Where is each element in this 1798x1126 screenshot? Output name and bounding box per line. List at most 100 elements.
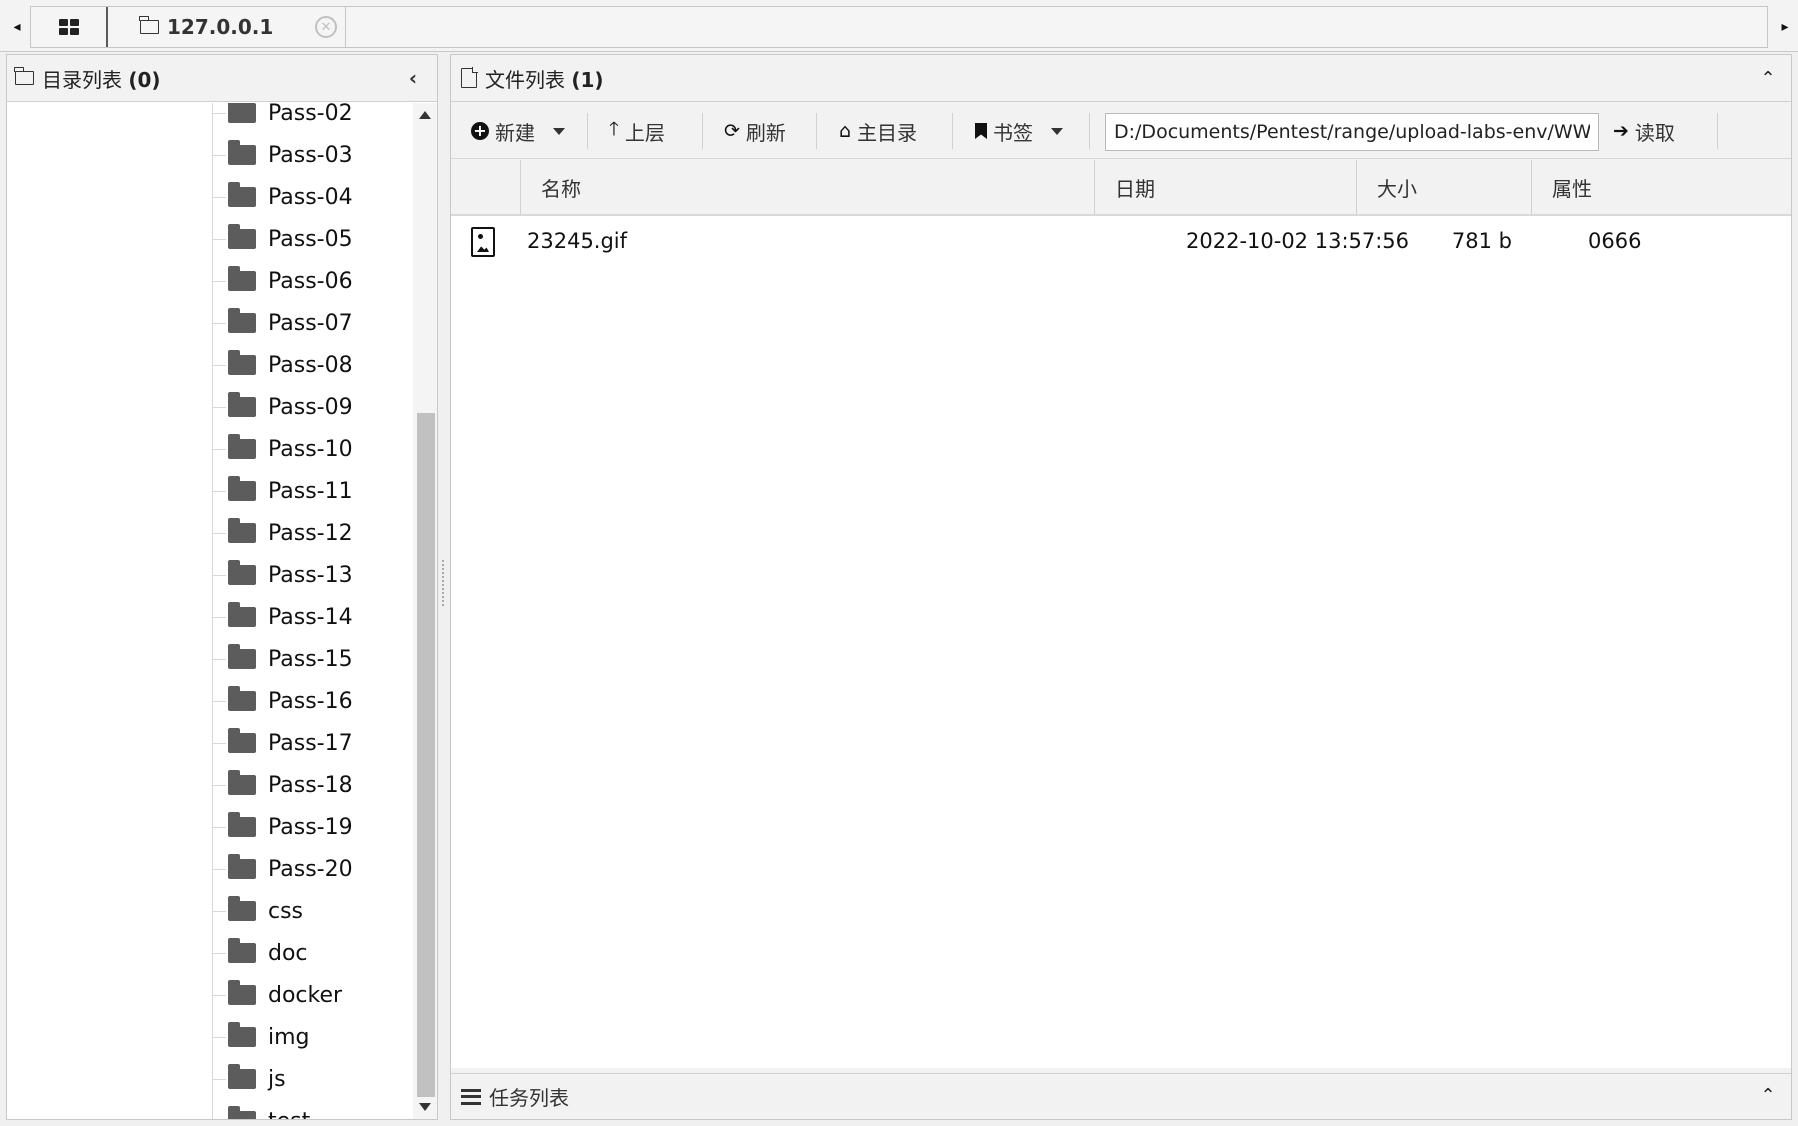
tree-folder-item[interactable]: doc (212, 933, 308, 973)
date-column-header[interactable]: 日期 (1094, 160, 1356, 214)
chevron-up-icon[interactable]: ⌃ (1755, 1082, 1781, 1108)
tree-folder-label: js (268, 1066, 286, 1092)
new-button[interactable]: + 新建 (471, 111, 565, 151)
tree-folder-item[interactable]: Pass-02 (212, 103, 353, 133)
icon-column-header (451, 160, 520, 214)
tabs-container: 127.0.0.1 ✕ (30, 6, 1768, 48)
toolbar-divider (1717, 113, 1718, 149)
read-button[interactable]: ➔ 读取 (1613, 111, 1675, 151)
tree-folder-item[interactable]: Pass-19 (212, 807, 353, 847)
tab-host-label: 127.0.0.1 (167, 15, 274, 39)
folder-icon (228, 644, 256, 669)
home-dir-button[interactable]: ⌂ 主目录 (839, 111, 917, 151)
tree-folder-item[interactable]: Pass-15 (212, 639, 353, 679)
tree-folder-label: Pass-09 (268, 394, 353, 420)
tree-folder-item[interactable]: Pass-07 (212, 303, 353, 343)
up-level-button[interactable]: 🡑 上层 (609, 111, 665, 151)
tree-folder-label: test (268, 1109, 310, 1120)
panel-splitter[interactable] (442, 560, 446, 606)
tree-folder-item[interactable]: Pass-20 (212, 849, 353, 889)
tree-folder-item[interactable]: Pass-03 (212, 135, 353, 175)
tree-folder-label: Pass-14 (268, 604, 353, 630)
folder-icon (228, 1022, 256, 1047)
tree-folder-item[interactable]: docker (212, 975, 342, 1015)
tree-connector (212, 784, 226, 786)
refresh-icon: ⟳ (724, 120, 740, 142)
folder-icon (228, 182, 256, 207)
tab-home[interactable] (31, 7, 108, 47)
tree-folder-item[interactable]: Pass-13 (212, 555, 353, 595)
tree-folder-item[interactable]: Pass-09 (212, 387, 353, 427)
scroll-up-arrow-icon[interactable] (419, 111, 431, 119)
folder-icon (228, 476, 256, 501)
tree-folder-item[interactable]: Pass-12 (212, 513, 353, 553)
tree-folder-item[interactable]: js (212, 1059, 286, 1099)
tree-folder-label: Pass-07 (268, 310, 353, 336)
tree-folder-item[interactable]: Pass-14 (212, 597, 353, 637)
tree-folder-item[interactable]: Pass-05 (212, 219, 353, 259)
bookmark-button[interactable]: 书签 (975, 111, 1063, 151)
home-dir-button-label: 主目录 (857, 120, 918, 145)
folder-icon (228, 560, 256, 585)
tree-folder-item[interactable]: Pass-11 (212, 471, 353, 511)
folder-icon (139, 16, 159, 34)
tree-folder-item[interactable]: Pass-04 (212, 177, 353, 217)
folder-icon (228, 266, 256, 291)
tree-connector (212, 112, 226, 114)
folder-icon (228, 308, 256, 333)
refresh-button[interactable]: ⟳ 刷新 (724, 111, 786, 151)
caret-down-icon (1051, 127, 1063, 135)
tree-folder-item[interactable]: Pass-06 (212, 261, 353, 301)
tree-folder-label: Pass-03 (268, 142, 353, 168)
arrow-right-icon: ➔ (1613, 120, 1629, 142)
tree-scrollbar[interactable] (413, 103, 437, 1119)
tree-folder-item[interactable]: test (212, 1101, 310, 1119)
tree-folder-item[interactable]: img (212, 1017, 310, 1057)
toolbar-divider (587, 113, 588, 149)
file-table-header: 名称 日期 大小 属性 (451, 160, 1791, 216)
folder-icon (228, 350, 256, 375)
directory-tree: Pass-02 Pass-03 Pass-04 Pass-05 Pass-06 Pass-… (7, 103, 411, 1119)
chevron-left-icon[interactable]: ‹ (401, 66, 425, 90)
size-column-header[interactable]: 大小 (1356, 160, 1531, 214)
tab-host[interactable]: 127.0.0.1 ✕ (110, 7, 346, 47)
tree-folder-item[interactable]: Pass-18 (212, 765, 353, 805)
tree-folder-label: Pass-17 (268, 730, 353, 756)
tree-folder-item[interactable]: css (212, 891, 303, 931)
scrollbar-thumb[interactable] (417, 413, 435, 1097)
tree-folder-label: Pass-16 (268, 688, 353, 714)
tree-folder-label: Pass-11 (268, 478, 353, 504)
scroll-down-arrow-icon[interactable] (419, 1103, 431, 1111)
tree-folder-label: Pass-02 (268, 103, 353, 126)
tree-connector (212, 826, 226, 828)
folder-icon (228, 140, 256, 165)
chevron-up-icon[interactable]: ⌃ (1755, 65, 1781, 91)
name-column-header[interactable]: 名称 (520, 160, 1094, 214)
directory-panel: 目录列表 (0) ‹ Pass-02 Pass-03 Pass-04 Pass-05 P… (6, 54, 438, 1120)
tree-folder-item[interactable]: Pass-10 (212, 429, 353, 469)
tab-scroll-right-button[interactable]: ▸ (1772, 6, 1798, 48)
tree-folder-item[interactable]: Pass-16 (212, 681, 353, 721)
read-button-label: 读取 (1634, 120, 1675, 145)
path-input[interactable] (1105, 113, 1599, 151)
tree-connector (212, 364, 226, 366)
tree-folder-item[interactable]: Pass-17 (212, 723, 353, 763)
tree-connector (212, 280, 226, 282)
table-row[interactable]: 23245.gif 2022-10-02 13:57:56 781 b 0666 (451, 216, 1791, 266)
tree-folder-label: img (268, 1024, 310, 1050)
file-panel: 文件列表 (1) ⌃ + 新建 🡑 上层 ⟳ 刷新 ⌂ 主目录 书签 D:/Do… (450, 54, 1792, 1120)
tree-connector (212, 1036, 226, 1038)
tree-connector (212, 406, 226, 408)
tree-connector (212, 700, 226, 702)
folder-icon (228, 1064, 256, 1089)
tab-scroll-left-button[interactable]: ◂ (4, 6, 30, 48)
task-list-icon (461, 1088, 481, 1105)
attr-column-header[interactable]: 属性 (1531, 160, 1793, 214)
folder-icon (228, 518, 256, 543)
close-icon[interactable]: ✕ (315, 16, 337, 38)
refresh-button-label: 刷新 (745, 120, 786, 145)
directory-panel-title: 目录列表 (0) (42, 67, 161, 92)
up-level-button-label: 上层 (624, 120, 665, 145)
tree-folder-label: Pass-10 (268, 436, 353, 462)
tree-folder-item[interactable]: Pass-08 (212, 345, 353, 385)
